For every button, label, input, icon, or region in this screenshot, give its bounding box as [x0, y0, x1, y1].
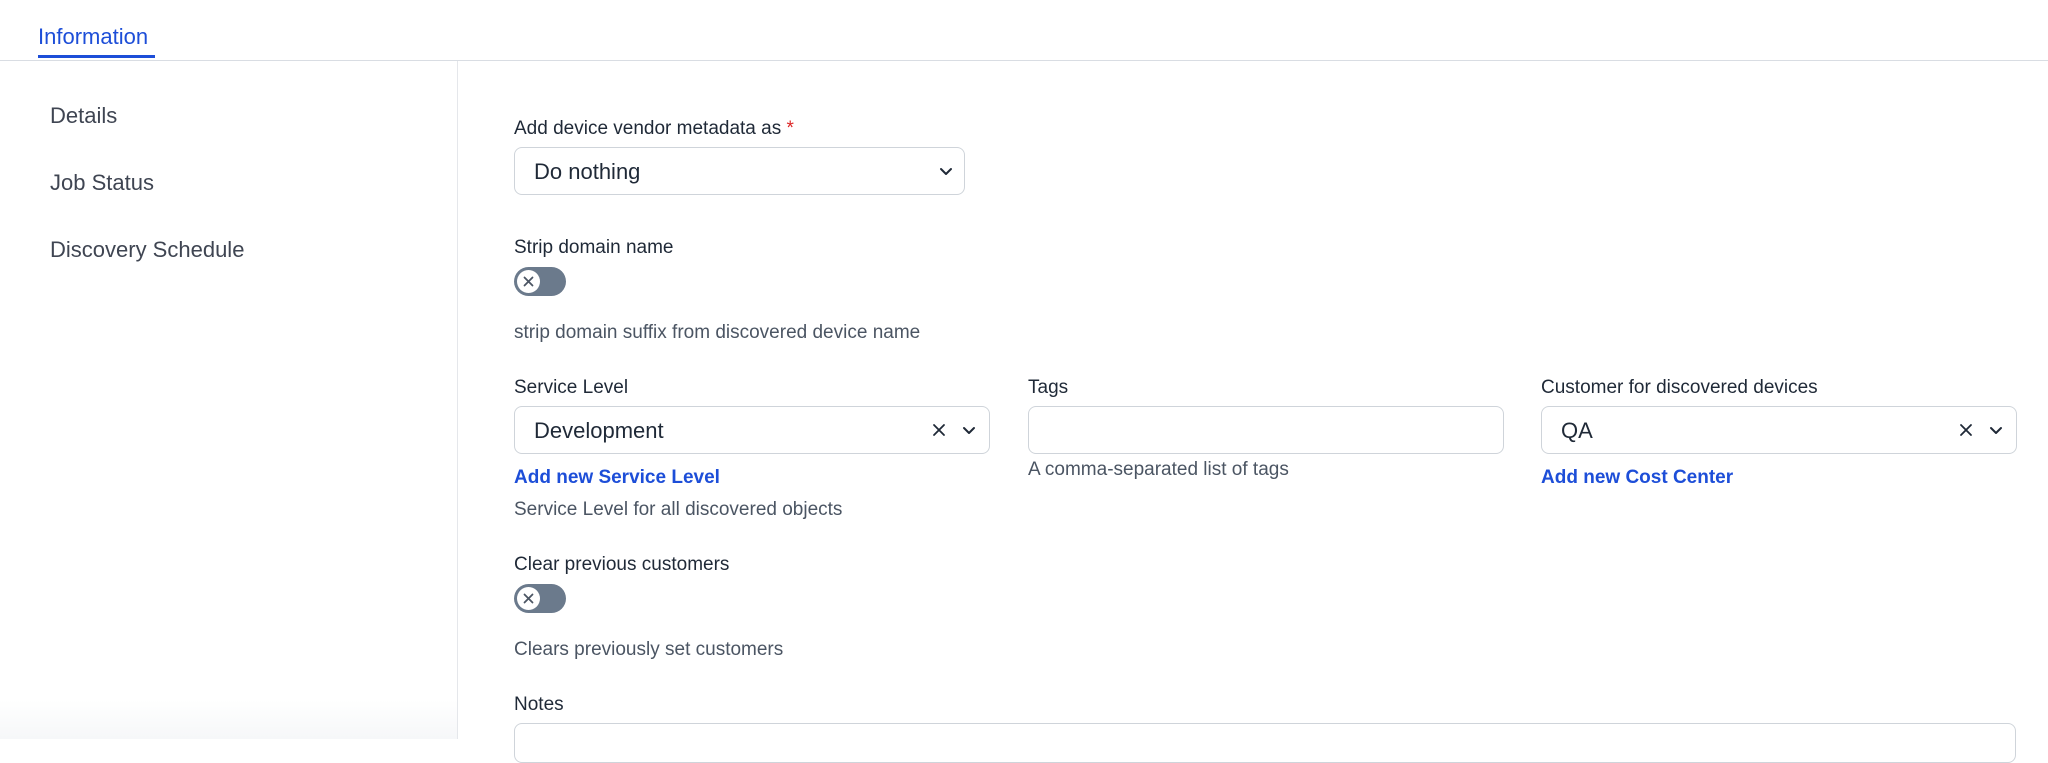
customer-value: QA	[1561, 418, 1593, 443]
strip-domain-label: Strip domain name	[514, 237, 674, 258]
toggle-knob	[517, 587, 540, 610]
add-service-level-link[interactable]: Add new Service Level	[514, 467, 720, 489]
notes-textarea[interactable]	[514, 723, 2016, 763]
vendor-metadata-label: Add device vendor metadata as *	[514, 118, 794, 140]
close-icon	[523, 593, 534, 604]
customer-select[interactable]: QA	[1541, 406, 2017, 454]
notes-label: Notes	[514, 694, 564, 715]
sidebar-nav: Details Job Status Discovery Schedule	[0, 61, 458, 739]
clear-customers-help: Clears previously set customers	[514, 639, 784, 660]
customer-label: Customer for discovered devices	[1541, 377, 1818, 398]
sidebar-item-discovery-schedule[interactable]: Discovery Schedule	[50, 237, 244, 263]
clear-icon[interactable]	[1956, 420, 1976, 440]
service-level-help: Service Level for all discovered objects	[514, 499, 843, 520]
clear-customers-toggle[interactable]	[514, 584, 566, 613]
vendor-metadata-value: Do nothing	[534, 159, 641, 184]
clear-icon[interactable]	[929, 420, 949, 440]
vendor-metadata-select[interactable]: Do nothing	[514, 147, 965, 195]
chevron-down-icon[interactable]	[936, 161, 956, 181]
sidebar-item-job-status[interactable]: Job Status	[50, 170, 154, 196]
service-level-value: Development	[534, 418, 664, 443]
required-marker: *	[786, 118, 794, 139]
tab-bar: Information	[0, 0, 2048, 61]
strip-domain-help: strip domain suffix from discovered devi…	[514, 322, 921, 343]
vendor-metadata-label-text: Add device vendor metadata as	[514, 118, 782, 139]
active-tab-indicator	[38, 55, 155, 58]
strip-domain-toggle[interactable]	[514, 267, 566, 296]
add-cost-center-link[interactable]: Add new Cost Center	[1541, 467, 1733, 489]
tab-information[interactable]: Information	[38, 24, 148, 50]
chevron-down-icon[interactable]	[1986, 420, 2006, 440]
tags-label: Tags	[1028, 377, 1069, 398]
sidebar-item-details[interactable]: Details	[50, 103, 117, 129]
sidebar-fade	[0, 700, 457, 739]
service-level-label: Service Level	[514, 377, 629, 398]
chevron-down-icon[interactable]	[959, 420, 979, 440]
service-level-select[interactable]: Development	[514, 406, 990, 454]
toggle-knob	[517, 270, 540, 293]
clear-customers-label: Clear previous customers	[514, 554, 730, 575]
close-icon	[523, 276, 534, 287]
tags-input[interactable]	[1028, 406, 1504, 454]
tags-help: A comma-separated list of tags	[1028, 459, 1289, 480]
